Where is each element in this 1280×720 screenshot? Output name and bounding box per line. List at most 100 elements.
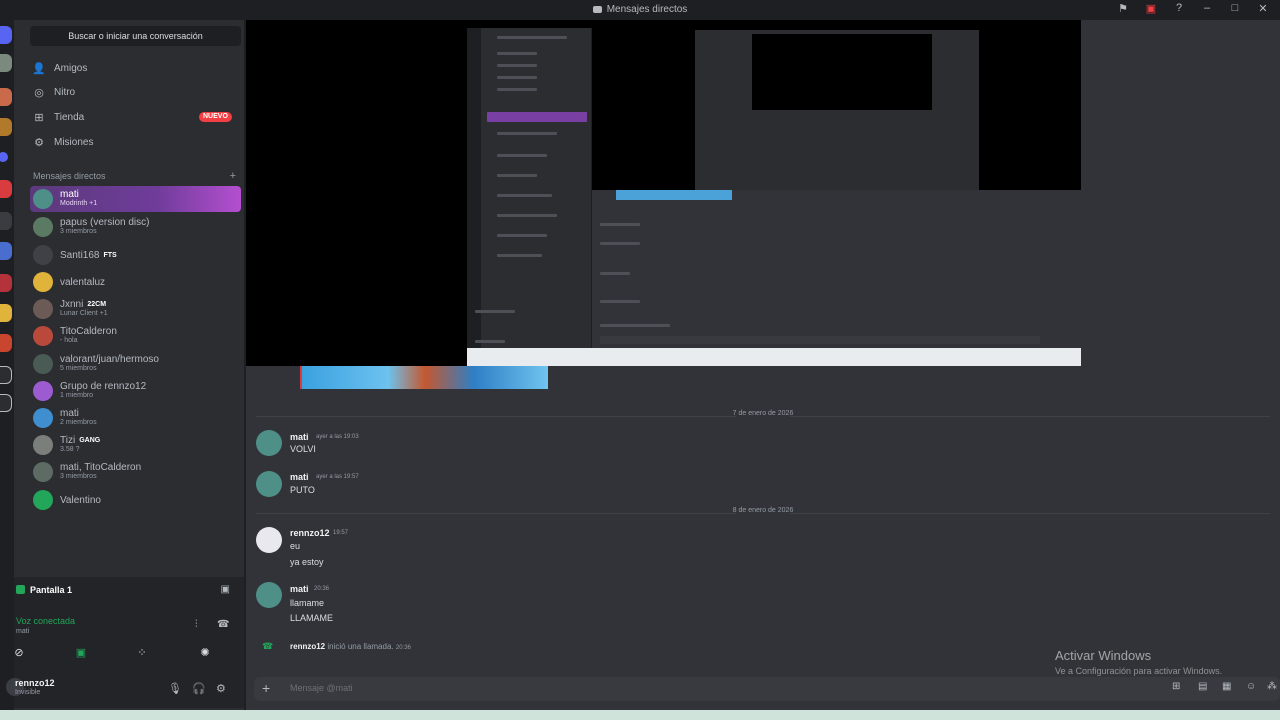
message-author[interactable]: mati	[290, 472, 309, 482]
avatar[interactable]	[256, 582, 282, 608]
shared-screen-line	[497, 36, 567, 39]
server-icon[interactable]	[0, 304, 12, 322]
dm-item[interactable]: Valentino	[30, 487, 241, 513]
avatar	[33, 354, 53, 374]
headphones-icon[interactable]: 🎧	[192, 682, 206, 695]
avatar	[33, 217, 53, 237]
server-icon[interactable]	[0, 88, 12, 106]
quests-icon: ⚙	[34, 136, 44, 149]
dm-item[interactable]: mati, TitoCalderon 3 miembros	[30, 459, 241, 485]
name-tag: FTS	[103, 252, 117, 259]
message-author[interactable]: mati	[290, 584, 309, 594]
avatar[interactable]	[256, 471, 282, 497]
server-icon[interactable]	[0, 334, 12, 352]
voice-panel: Pantalla 1 ▣ Voz conectada mati ⫶ ☎ ⊘ ▣ …	[14, 577, 244, 670]
gift-icon[interactable]: ⊞	[1172, 681, 1180, 692]
server-icon[interactable]	[0, 118, 12, 136]
dm-item[interactable]: papus (version disc) 3 miembros	[30, 214, 241, 240]
shared-screen-sidebar	[467, 28, 592, 348]
name-tag: 22CM	[87, 301, 107, 308]
window-title: Mensajes directos	[0, 4, 1280, 15]
server-icon[interactable]	[0, 54, 12, 72]
emoji-icon[interactable]: ☺	[1246, 681, 1256, 692]
message-author[interactable]: rennzo12	[290, 528, 330, 538]
server-icon[interactable]	[0, 152, 8, 162]
screen-share-icon[interactable]: ▣	[1142, 2, 1160, 15]
name-tag: GANG	[79, 437, 101, 444]
add-server-icon[interactable]	[0, 366, 12, 384]
image-attachment[interactable]	[300, 366, 548, 389]
home-button[interactable]	[0, 26, 12, 44]
message-text: VOLVI	[290, 444, 316, 454]
dm-item[interactable]: mati Modrinth +1	[30, 186, 241, 212]
server-icon[interactable]	[0, 242, 12, 260]
avatar[interactable]	[256, 430, 282, 456]
nav-nitro[interactable]: ◎ Nitro	[32, 81, 75, 103]
server-rail	[0, 20, 14, 720]
add-attachment-icon[interactable]: +	[262, 680, 270, 696]
apps-icon[interactable]: ⁂	[1267, 681, 1277, 692]
shared-screen-thumbnail	[616, 190, 732, 200]
settings-icon[interactable]: ⚙	[216, 682, 226, 695]
dm-item[interactable]: mati 2 miembros	[30, 405, 241, 431]
help-icon[interactable]: ?	[1170, 2, 1188, 15]
screen-share-button[interactable]: ▣	[58, 644, 104, 662]
shared-screen-line	[600, 242, 640, 245]
gif-icon[interactable]: ▤	[1198, 681, 1207, 692]
shared-screen-line	[600, 300, 640, 303]
shared-screen-rail	[467, 28, 481, 348]
screen-share-stream[interactable]	[246, 20, 1081, 366]
avatar[interactable]	[256, 527, 282, 553]
disconnect-icon[interactable]: ☎	[217, 619, 229, 630]
store-icon: ⊞	[34, 111, 44, 124]
server-icon[interactable]	[0, 180, 12, 198]
shared-screen	[467, 28, 1081, 366]
dm-item[interactable]: Tizi GANG 3.58 ?	[30, 432, 241, 458]
soundboard-button[interactable]: ✺	[182, 644, 228, 662]
server-icon[interactable]	[0, 274, 12, 292]
voice-status[interactable]: Voz conectada	[16, 616, 75, 626]
activities-button[interactable]: ⁘	[119, 644, 165, 662]
shared-screen-line	[600, 336, 1040, 344]
avatar	[33, 272, 53, 292]
noise-suppression-icon[interactable]: ⫶	[195, 619, 198, 630]
dm-item[interactable]: Grupo de rennzo12 1 miembro	[30, 378, 241, 404]
dm-item[interactable]: valorant/juan/hermoso 5 miembros	[30, 351, 241, 377]
new-dm-button[interactable]: +	[230, 170, 236, 182]
flag-icon[interactable]: ⚑	[1114, 2, 1132, 15]
shared-screen-line	[600, 324, 670, 327]
avatar	[33, 189, 53, 209]
shared-screen-line	[600, 272, 630, 275]
avatar	[33, 490, 53, 510]
message-composer[interactable]: + Mensaje @mati ⊞ ▤ ▦ ☺ ⁂	[254, 677, 1280, 701]
avatar	[33, 299, 53, 319]
server-icon[interactable]	[0, 212, 12, 230]
camera-off-button[interactable]: ⊘	[0, 644, 42, 662]
voice-channel[interactable]: mati	[16, 628, 29, 635]
date-divider: 8 de enero de 2026	[246, 507, 1280, 519]
maximize-icon[interactable]: □	[1226, 2, 1244, 15]
nav-quests[interactable]: ⚙ Misiones	[32, 131, 93, 153]
dm-inbox-icon	[592, 6, 602, 13]
nav-friends[interactable]: 👤 Amigos	[32, 57, 87, 79]
search-input[interactable]: Buscar o iniciar una conversación	[30, 26, 241, 46]
sticker-icon[interactable]: ▦	[1222, 681, 1231, 692]
popout-icon[interactable]: ▣	[221, 584, 230, 595]
message-input[interactable]: Mensaje @mati	[290, 683, 353, 693]
message-author[interactable]: mati	[290, 432, 309, 442]
username[interactable]: rennzo12	[15, 678, 55, 688]
minimize-icon[interactable]: –	[1198, 2, 1216, 15]
dm-item[interactable]: valentaluz	[30, 269, 241, 295]
shared-screen-taskbar	[467, 348, 1081, 366]
dm-item[interactable]: Santi168 FTS	[30, 242, 241, 268]
dm-item[interactable]: Jxnni 22CM Lunar Client +1	[30, 296, 241, 322]
nav-store[interactable]: ⊞ Tienda	[32, 106, 84, 128]
dm-item[interactable]: TitoCalderon - hola	[30, 323, 241, 349]
shared-screen-line	[475, 340, 505, 343]
close-icon[interactable]: ✕	[1254, 2, 1272, 15]
friends-icon: 👤	[32, 62, 46, 75]
shared-screen-line	[487, 112, 587, 122]
explore-icon[interactable]	[0, 394, 12, 412]
activation-watermark-subtitle: Ve a Configuración para activar Windows.	[1055, 666, 1223, 676]
microphone-icon[interactable]: 🎙	[168, 682, 182, 695]
